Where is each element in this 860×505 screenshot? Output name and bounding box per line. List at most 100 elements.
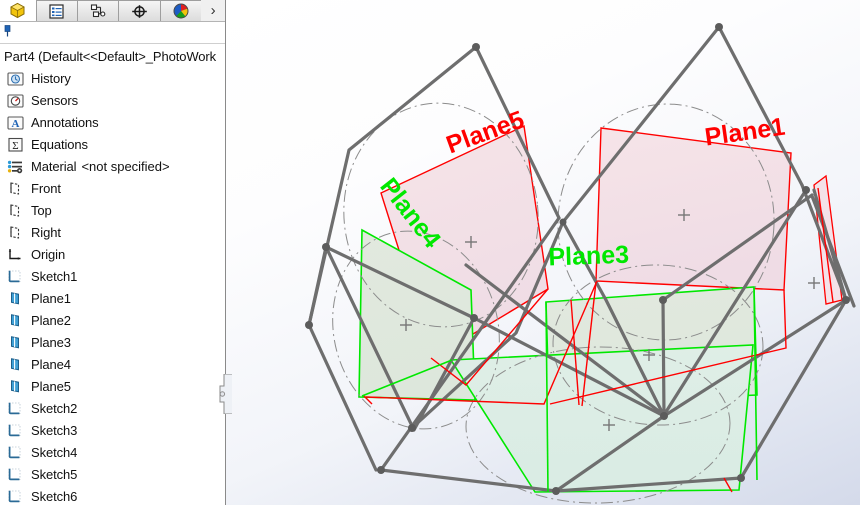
panel-pin-row bbox=[0, 22, 225, 44]
tree-item-label: Plane3 bbox=[31, 334, 71, 350]
tree-item-sensors[interactable]: Sensors bbox=[0, 89, 225, 111]
tree-item-label: Sketch4 bbox=[31, 444, 78, 460]
sensors-folder-icon bbox=[6, 91, 24, 109]
vertex bbox=[305, 321, 313, 329]
tab-display-manager[interactable] bbox=[159, 0, 203, 21]
svg-text:Σ: Σ bbox=[12, 140, 18, 152]
tree-item-plane3[interactable]: Plane3 bbox=[0, 331, 225, 353]
vertex bbox=[715, 23, 723, 31]
tree-item-sketch4[interactable]: Sketch4 bbox=[0, 441, 225, 463]
tree-item-label: Plane4 bbox=[31, 356, 71, 372]
vertex bbox=[470, 314, 478, 322]
sketch-icon bbox=[6, 443, 24, 461]
tree-item-origin[interactable]: Origin bbox=[0, 243, 225, 265]
vertex bbox=[408, 424, 416, 432]
manager-tab-strip: › bbox=[0, 0, 225, 22]
tree-item-equations[interactable]: Σ Equations bbox=[0, 133, 225, 155]
tree-item-sketch5[interactable]: Sketch5 bbox=[0, 463, 225, 485]
tree-item-front-plane[interactable]: Front bbox=[0, 177, 225, 199]
feature-manager-panel: › Part4 (Default<<Default>_PhotoWork His… bbox=[0, 0, 226, 505]
color-wheel-icon bbox=[173, 3, 189, 19]
plane-solid-icon bbox=[6, 377, 24, 395]
tree-item-label: History bbox=[31, 70, 71, 86]
tree-item-label: Material bbox=[31, 158, 77, 174]
property-list-icon bbox=[49, 3, 65, 19]
tree-item-label: Front bbox=[31, 180, 61, 196]
material-value: <not specified> bbox=[81, 158, 170, 174]
sketch-icon bbox=[6, 421, 24, 439]
tab-configuration-manager[interactable] bbox=[77, 0, 120, 21]
tree-item-right-plane[interactable]: Right bbox=[0, 221, 225, 243]
tree-item-label: Sketch5 bbox=[31, 466, 78, 482]
tree-item-label: Right bbox=[31, 224, 61, 240]
tree-item-plane1[interactable]: Plane1 bbox=[0, 287, 225, 309]
plane-solid-icon bbox=[6, 333, 24, 351]
vertex bbox=[472, 43, 480, 51]
tree-item-sketch6[interactable]: Sketch6 bbox=[0, 485, 225, 505]
tree-item-label: Plane2 bbox=[31, 312, 71, 328]
tree-item-label: Sketch3 bbox=[31, 422, 78, 438]
tree-item-annotations[interactable]: A Annotations bbox=[0, 111, 225, 133]
tree-item-label: Origin bbox=[31, 246, 66, 262]
graphics-viewport[interactable]: Plane5 Plane1 Plane4 Plane3 bbox=[226, 0, 860, 505]
history-folder-icon bbox=[6, 69, 24, 87]
sketch-icon bbox=[6, 267, 24, 285]
pin-icon[interactable] bbox=[3, 25, 13, 37]
plane-faces bbox=[358, 124, 843, 493]
svg-text:A: A bbox=[11, 118, 19, 130]
tree-item-label: Sketch1 bbox=[31, 268, 78, 284]
feature-tree: Part4 (Default<<Default>_PhotoWork Histo… bbox=[0, 44, 225, 505]
vertex bbox=[737, 474, 745, 482]
plane-outline-icon bbox=[6, 223, 24, 241]
plane-solid-icon bbox=[6, 311, 24, 329]
equations-icon: Σ bbox=[6, 135, 24, 153]
tree-item-plane2[interactable]: Plane2 bbox=[0, 309, 225, 331]
tree-item-material[interactable]: Material <not specified> bbox=[0, 155, 225, 177]
tab-overflow-chevron[interactable]: › bbox=[201, 0, 225, 21]
plane-outline-icon bbox=[6, 179, 24, 197]
tree-item-label: Equations bbox=[31, 136, 88, 152]
tree-item-plane5[interactable]: Plane5 bbox=[0, 375, 225, 397]
document-node[interactable]: Part4 (Default<<Default>_PhotoWork bbox=[0, 47, 225, 67]
material-icon bbox=[6, 157, 24, 175]
vertex bbox=[377, 466, 385, 474]
tree-item-label: Top bbox=[31, 202, 52, 218]
tree-item-plane4[interactable]: Plane4 bbox=[0, 353, 225, 375]
tree-item-sketch1[interactable]: Sketch1 bbox=[0, 265, 225, 287]
plane-solid-icon bbox=[6, 289, 24, 307]
vertex bbox=[659, 296, 667, 304]
vertex bbox=[322, 243, 330, 251]
tab-property-manager[interactable] bbox=[35, 0, 79, 21]
plane-outline-icon bbox=[6, 201, 24, 219]
tree-item-label: Sensors bbox=[31, 92, 78, 108]
tree-item-sketch2[interactable]: Sketch2 bbox=[0, 397, 225, 419]
tree-item-history[interactable]: History bbox=[0, 67, 225, 89]
panel-splitter-handle[interactable] bbox=[219, 374, 233, 414]
sketch-icon bbox=[6, 487, 24, 505]
annotations-folder-icon: A bbox=[6, 113, 24, 131]
yellow-cube-icon bbox=[10, 2, 26, 19]
tree-item-label: Annotations bbox=[31, 114, 99, 130]
tree-item-top-plane[interactable]: Top bbox=[0, 199, 225, 221]
sketch-icon bbox=[6, 465, 24, 483]
tab-dimxpert-manager[interactable] bbox=[118, 0, 161, 21]
center-cross bbox=[808, 277, 820, 289]
sketch-icon bbox=[6, 399, 24, 417]
vertex bbox=[552, 487, 560, 495]
origin-axes-icon bbox=[6, 245, 24, 263]
solidworks-window: › Part4 (Default<<Default>_PhotoWork His… bbox=[0, 0, 860, 505]
tab-feature-manager[interactable] bbox=[0, 0, 37, 21]
vertex bbox=[842, 296, 850, 304]
vertex bbox=[802, 186, 810, 194]
crosshair-target-icon bbox=[132, 4, 147, 18]
tree-item-label: Plane1 bbox=[31, 290, 71, 306]
configuration-icon bbox=[90, 3, 106, 17]
plane-solid-icon bbox=[6, 355, 24, 373]
plane1-label[interactable]: Plane1 bbox=[703, 113, 787, 152]
tree-item-label: Plane5 bbox=[31, 378, 71, 394]
tree-item-label: Sketch6 bbox=[31, 488, 78, 504]
model-canvas: Plane5 Plane1 Plane4 Plane3 bbox=[305, 23, 856, 504]
tree-item-sketch3[interactable]: Sketch3 bbox=[0, 419, 225, 441]
tree-item-label: Sketch2 bbox=[31, 400, 78, 416]
plane3-label[interactable]: Plane3 bbox=[548, 241, 630, 272]
